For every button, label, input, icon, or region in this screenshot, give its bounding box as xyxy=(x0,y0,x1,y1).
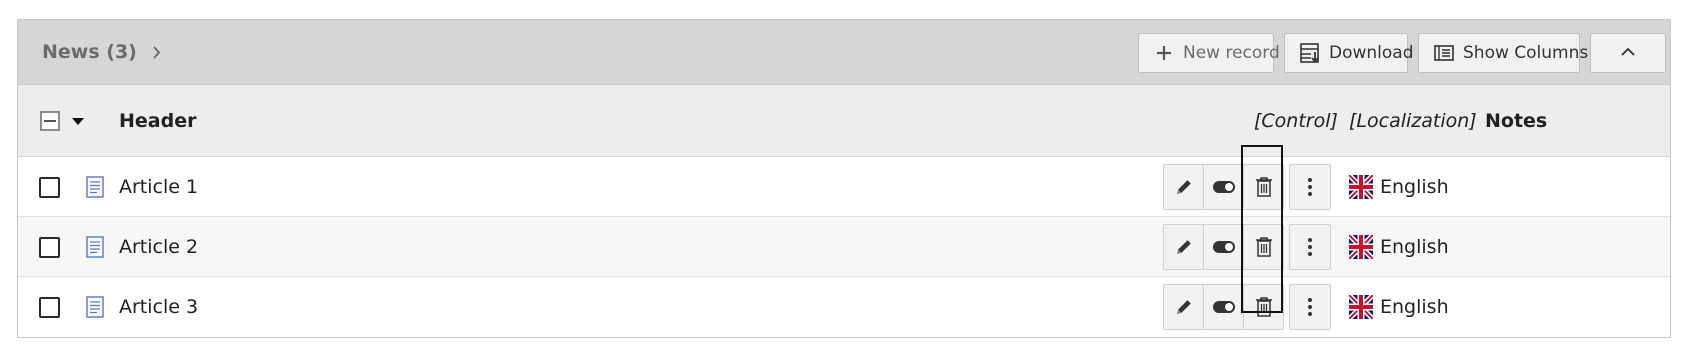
uk-flag-icon xyxy=(1349,235,1373,259)
new-record-label: New record xyxy=(1183,43,1280,63)
control-button-group xyxy=(1163,284,1284,330)
panel-title[interactable]: News (3) xyxy=(42,41,137,63)
control-button-group xyxy=(1163,164,1284,210)
edit-button[interactable] xyxy=(1163,224,1204,270)
records-panel: News (3) New record Download Show Column… xyxy=(17,19,1671,338)
collapse-button[interactable] xyxy=(1590,33,1666,73)
table-row: Article 1 English xyxy=(18,157,1670,217)
control-button-group xyxy=(1163,224,1284,270)
column-header-control: [Control] xyxy=(1254,110,1338,132)
uk-flag-icon xyxy=(1349,175,1373,199)
download-label: Download xyxy=(1329,43,1414,63)
row-checkbox[interactable] xyxy=(39,236,60,258)
localization-cell: English xyxy=(1349,277,1449,337)
toggle-icon xyxy=(1212,301,1235,313)
select-all-checkbox[interactable] xyxy=(40,85,60,157)
record-title[interactable]: Article 2 xyxy=(119,217,198,277)
row-checkbox[interactable] xyxy=(39,176,60,198)
delete-button[interactable] xyxy=(1243,284,1284,330)
more-options-button[interactable] xyxy=(1289,164,1331,210)
trash-icon xyxy=(1255,237,1272,257)
page-icon[interactable] xyxy=(86,157,104,217)
toggle-visibility-button[interactable] xyxy=(1203,224,1244,270)
delete-button[interactable] xyxy=(1243,224,1284,270)
trash-icon xyxy=(1255,177,1272,197)
trash-icon xyxy=(1255,297,1272,317)
more-options-button[interactable] xyxy=(1289,224,1331,270)
toggle-visibility-button[interactable] xyxy=(1203,164,1244,210)
column-header-notes[interactable]: Notes xyxy=(1485,85,1547,157)
edit-button[interactable] xyxy=(1163,284,1204,330)
toggle-icon xyxy=(1212,181,1235,193)
record-title[interactable]: Article 3 xyxy=(119,277,198,337)
language-label: English xyxy=(1380,296,1449,318)
page-icon[interactable] xyxy=(86,217,104,277)
table-body: Article 1 English Article 2 English Arti… xyxy=(18,157,1670,337)
show-columns-label: Show Columns xyxy=(1463,43,1589,63)
pencil-icon xyxy=(1176,300,1191,314)
download-icon xyxy=(1299,42,1321,64)
new-record-button[interactable]: New record xyxy=(1138,33,1280,73)
columns-icon xyxy=(1433,42,1455,64)
page-icon[interactable] xyxy=(86,277,104,337)
pencil-icon xyxy=(1176,240,1191,254)
more-options-button[interactable] xyxy=(1289,284,1331,330)
download-button[interactable]: Download xyxy=(1284,33,1414,73)
column-header-localization: [Localization] xyxy=(1349,110,1477,132)
toggle-icon xyxy=(1212,241,1235,253)
ellipsis-vertical-icon xyxy=(1308,178,1312,196)
table-row: Article 2 English xyxy=(18,217,1670,277)
column-header-header[interactable]: Header xyxy=(119,85,196,157)
table-header: Header [Control] [Localization] Notes xyxy=(18,85,1670,157)
delete-button[interactable] xyxy=(1243,164,1284,210)
language-label: English xyxy=(1380,236,1449,258)
chevron-up-icon xyxy=(1620,43,1636,63)
uk-flag-icon xyxy=(1349,295,1373,319)
chevron-right-icon[interactable] xyxy=(151,45,162,60)
plus-icon xyxy=(1153,42,1175,64)
edit-button[interactable] xyxy=(1163,164,1204,210)
select-dropdown-toggle[interactable] xyxy=(71,85,85,157)
ellipsis-vertical-icon xyxy=(1308,298,1312,316)
toggle-visibility-button[interactable] xyxy=(1203,284,1244,330)
row-checkbox[interactable] xyxy=(39,296,60,318)
language-label: English xyxy=(1380,176,1449,198)
table-row: Article 3 English xyxy=(18,277,1670,337)
localization-cell: English xyxy=(1349,217,1449,277)
localization-cell: English xyxy=(1349,157,1449,217)
show-columns-button[interactable]: Show Columns xyxy=(1418,33,1588,73)
record-title[interactable]: Article 1 xyxy=(119,157,198,217)
pencil-icon xyxy=(1176,180,1191,194)
panel-header: News (3) New record Download Show Column… xyxy=(18,20,1670,85)
caret-down-icon xyxy=(72,118,84,125)
ellipsis-vertical-icon xyxy=(1308,238,1312,256)
